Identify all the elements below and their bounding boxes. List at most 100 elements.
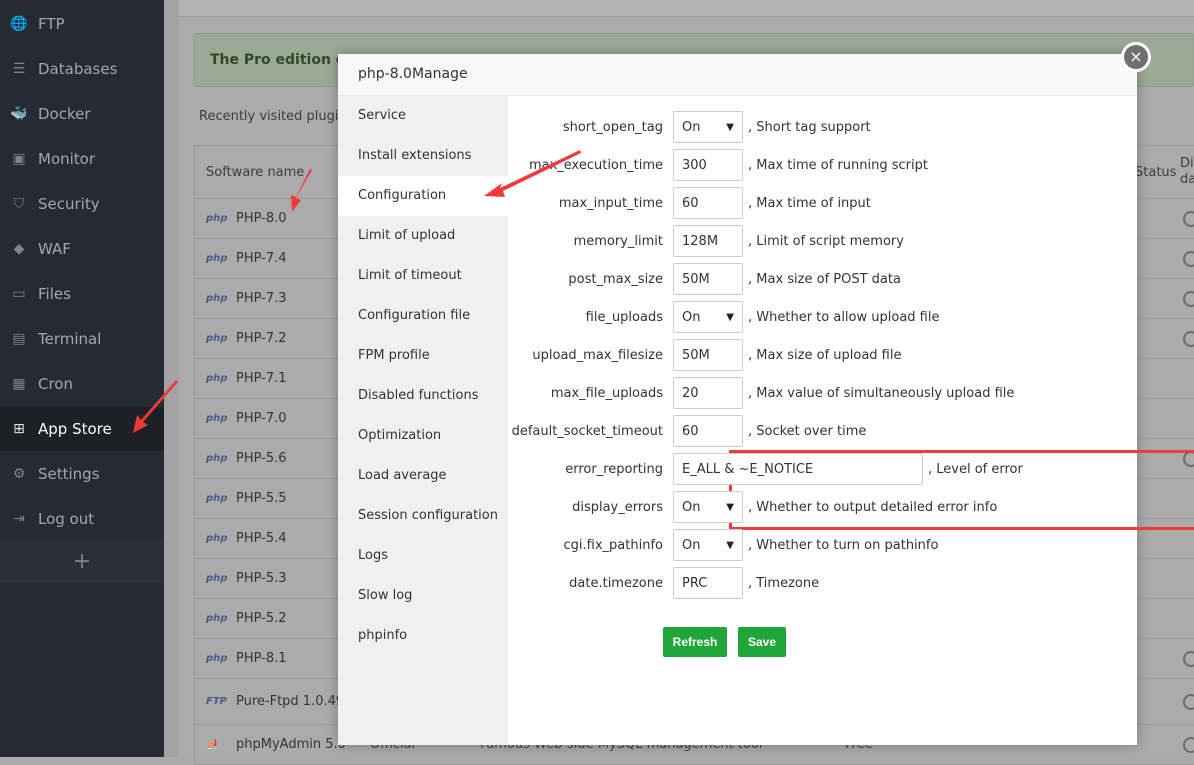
software-name[interactable]: PHP-7.1 — [236, 371, 287, 386]
refresh-button[interactable]: Refresh — [663, 627, 727, 657]
software-logo: php — [206, 373, 228, 384]
sidebar-item-label: Cron — [38, 375, 73, 393]
software-name[interactable]: PHP-8.1 — [236, 651, 287, 666]
default-socket-timeout-input[interactable]: 60 — [673, 415, 743, 447]
setting-description: , Max size of upload file — [748, 347, 902, 363]
sidebar-item-cron[interactable]: ▦ Cron — [0, 362, 164, 406]
display-toggle[interactable] — [1183, 250, 1194, 267]
setting-display-errors: display_errors On ▼ , Whether to output det… — [508, 491, 997, 523]
software-name[interactable]: PHP-7.3 — [236, 291, 287, 306]
setting-default-socket-timeout: default_socket_timeout 60 , Socket over ti… — [508, 415, 866, 447]
software-name[interactable]: PHP-7.0 — [236, 411, 287, 426]
menu-item-limit-of-timeout[interactable]: Limit of timeout — [338, 256, 508, 296]
config-form: Refresh Save short_open_tag On ▼ , Short ta… — [508, 96, 1194, 745]
menu-item-configuration-file[interactable]: Configuration file — [338, 296, 508, 336]
shield-icon: ⛉ — [13, 196, 25, 212]
software-name[interactable]: PHP-5.2 — [236, 611, 287, 626]
sidebar-item-files[interactable]: ▭ Files — [0, 272, 164, 316]
chevron-down-icon: ▼ — [726, 501, 734, 513]
setting-label: max_execution_time — [528, 157, 663, 173]
display-toggle[interactable] — [1183, 650, 1194, 667]
sidebar-item-waf[interactable]: ◆ WAF — [0, 227, 164, 271]
sidebar-item-label: Settings — [38, 465, 100, 483]
display-toggle[interactable] — [1183, 693, 1194, 710]
setting-max-input-time: max_input_time 60 , Max time of input — [508, 187, 871, 219]
upload-max-filesize-input[interactable]: 50M — [673, 339, 743, 371]
sidebar-item-docker[interactable]: 🐳 Docker — [0, 92, 164, 136]
setting-memory-limit: memory_limit 128M , Limit of script memory — [508, 225, 904, 257]
sidebar-item-monitor[interactable]: ▣ Monitor — [0, 137, 164, 181]
dialog-menu: Service Install extensions Configuration Li… — [338, 96, 508, 745]
software-logo: php — [206, 653, 228, 664]
max-execution-time-input[interactable]: 300 — [673, 149, 743, 181]
display-errors-select[interactable]: On ▼ — [673, 491, 743, 523]
sidebar-item-ftp[interactable]: 🌐 FTP — [0, 2, 164, 46]
file-uploads-select[interactable]: On ▼ — [673, 301, 743, 333]
software-name[interactable]: PHP-5.4 — [236, 531, 287, 546]
save-button[interactable]: Save — [738, 627, 786, 657]
menu-item-fpm-profile[interactable]: FPM profile — [338, 336, 508, 376]
menu-item-phpinfo[interactable]: phpinfo — [338, 616, 508, 656]
max-file-uploads-input[interactable]: 20 — [673, 377, 743, 409]
setting-upload-max-filesize: upload_max_filesize 50M , Max size of uplo… — [508, 339, 901, 371]
setting-date-timezone: date.timezone PRC , Timezone — [508, 567, 819, 599]
sidebar-item-label: Log out — [38, 510, 95, 528]
sidebar-item-databases[interactable]: ☰ Databases — [0, 47, 164, 91]
sidebar-item-settings[interactable]: ⚙ Settings — [0, 452, 164, 496]
menu-item-disabled-functions[interactable]: Disabled functions — [338, 376, 508, 416]
software-logo: php — [206, 573, 228, 584]
software-name[interactable]: PHP-7.4 — [236, 251, 287, 266]
select-value: On — [682, 309, 701, 325]
setting-error-reporting: error_reporting E_ALL & ~E_NOTICE , Level … — [508, 453, 1023, 485]
setting-max-execution-time: max_execution_time 300 , Max time of runni… — [508, 149, 928, 181]
setting-description: , Whether to output detailed error info — [748, 499, 998, 515]
sidebar-item-app-store[interactable]: ⊞ App Store — [0, 407, 164, 451]
cgi-fix-pathinfo-select[interactable]: On ▼ — [673, 529, 743, 561]
setting-description: , Max time of running script — [748, 157, 928, 173]
short-open-tag-select[interactable]: On ▼ — [673, 111, 743, 143]
menu-item-optimization[interactable]: Optimization — [338, 416, 508, 456]
menu-item-session-configuration[interactable]: Session configuration — [338, 496, 508, 536]
close-icon[interactable]: × — [1121, 42, 1151, 72]
database-icon: ☰ — [12, 61, 26, 77]
setting-label: error_reporting — [565, 461, 663, 477]
setting-post-max-size: post_max_size 50M , Max size of POST data — [508, 263, 901, 295]
sidebar-item-security[interactable]: ⛉ Security — [0, 182, 164, 226]
header-status: Status — [1135, 164, 1177, 180]
software-name[interactable]: PHP-5.5 — [236, 491, 287, 506]
menu-item-configuration[interactable]: Configuration — [338, 176, 508, 216]
add-button[interactable]: + — [0, 541, 164, 583]
display-toggle[interactable] — [1183, 290, 1194, 307]
software-logo: php — [206, 213, 228, 224]
software-name[interactable]: PHP-8.0 — [236, 211, 287, 226]
menu-item-service[interactable]: Service — [338, 96, 508, 136]
software-name[interactable]: Pure-Ftpd 1.0.49 — [236, 694, 344, 709]
menu-item-limit-of-upload[interactable]: Limit of upload — [338, 216, 508, 256]
setting-description: , Max time of input — [748, 195, 871, 211]
sidebar-item-terminal[interactable]: ▤ Terminal — [0, 317, 164, 361]
menu-item-install-extensions[interactable]: Install extensions — [338, 136, 508, 176]
software-name[interactable]: phpMyAdmin 5.0 — [236, 737, 346, 752]
date-timezone-input[interactable]: PRC — [673, 567, 743, 599]
post-max-size-input[interactable]: 50M — [673, 263, 743, 295]
max-input-time-input[interactable]: 60 — [673, 187, 743, 219]
memory-limit-input[interactable]: 128M — [673, 225, 743, 257]
sidebar-item-log-out[interactable]: ⇥ Log out — [0, 497, 164, 541]
menu-item-logs[interactable]: Logs — [338, 536, 508, 576]
software-logo: php — [206, 253, 228, 264]
software-name[interactable]: PHP-5.6 — [236, 451, 287, 466]
software-name[interactable]: PHP-5.3 — [236, 571, 287, 586]
display-toggle[interactable] — [1183, 330, 1194, 347]
software-name[interactable]: PHP-7.2 — [236, 331, 287, 346]
menu-item-slow-log[interactable]: Slow log — [338, 576, 508, 616]
error-reporting-input[interactable]: E_ALL & ~E_NOTICE — [673, 453, 923, 485]
menu-item-load-average[interactable]: Load average — [338, 456, 508, 496]
header-software-name: Software name — [206, 164, 305, 180]
setting-label: file_uploads — [585, 309, 663, 325]
software-logo: php — [206, 453, 228, 464]
sidebar-item-label: Databases — [38, 60, 118, 78]
header-display: Di da — [1180, 156, 1194, 187]
display-toggle[interactable] — [1183, 736, 1194, 753]
software-logo: php — [206, 333, 228, 344]
display-toggle[interactable] — [1183, 210, 1194, 227]
